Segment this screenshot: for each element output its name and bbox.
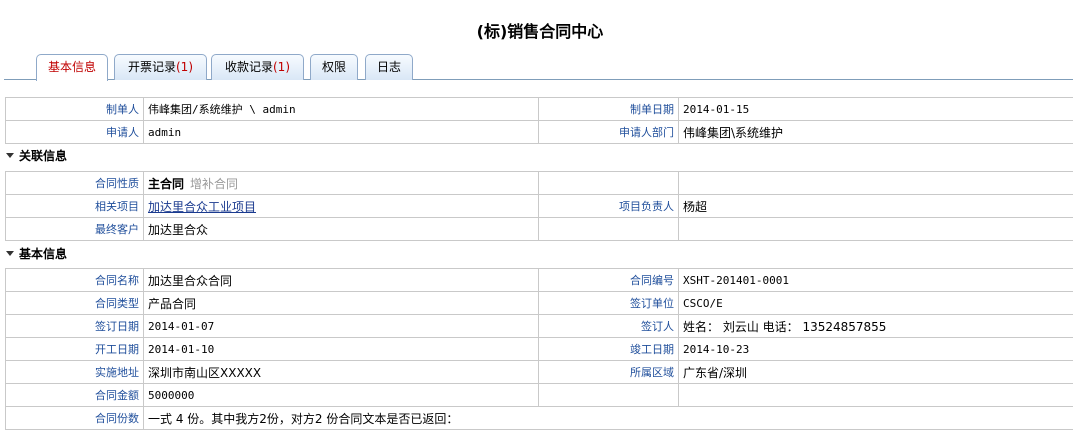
empty-cell <box>538 171 679 195</box>
tab-label: 权限 <box>321 60 346 74</box>
section-header-basic[interactable]: 基本信息 <box>6 245 67 262</box>
tab-label: 开票记录 <box>127 60 176 74</box>
tab-permissions[interactable]: 权限 <box>310 54 358 80</box>
tab-bar: 基本信息 开票记录(1) 收款记录(1) 权限 日志 <box>4 53 1073 81</box>
empty-cell <box>678 217 1073 241</box>
collapse-triangle-icon <box>6 251 14 256</box>
page-title: (标)销售合同中心 <box>476 22 604 41</box>
region-value: 广东省/深圳 <box>678 360 1073 384</box>
sign-date-value: 2014-01-07 <box>143 314 539 338</box>
applicant-dept-value: 伟峰集团\系统维护 <box>678 120 1073 144</box>
tab-label: 基本信息 <box>47 60 96 74</box>
empty-cell <box>678 383 1073 407</box>
field-label: 签订单位 <box>538 291 679 315</box>
field-label: 制单人 <box>5 97 144 121</box>
field-label: 签订日期 <box>5 314 144 338</box>
table-row: 开工日期 2014-01-10 竣工日期 2014-10-23 <box>5 337 1073 361</box>
sign-unit-value: CSCO/E <box>678 291 1073 315</box>
section-title: 关联信息 <box>19 149 68 163</box>
field-label: 合同名称 <box>5 268 144 292</box>
tab-payment-records[interactable]: 收款记录(1) <box>211 54 304 80</box>
project-owner-value: 杨超 <box>678 194 1073 218</box>
collapse-triangle-icon <box>6 153 14 158</box>
field-label: 开工日期 <box>5 337 144 361</box>
field-label: 合同份数 <box>5 406 144 430</box>
field-label: 最终客户 <box>5 217 144 241</box>
table-row: 申请人 admin 申请人部门 伟峰集团\系统维护 <box>5 120 1073 144</box>
header-info-table: 制单人 伟峰集团/系统维护 \ admin 制单日期 2014-01-15 申请… <box>5 97 1073 144</box>
applicant-value: admin <box>143 120 539 144</box>
table-row: 合同性质 主合同 增补合同 <box>5 171 1073 195</box>
contract-type-value: 产品合同 <box>143 291 539 315</box>
table-row: 相关项目 加达里合众工业项目 项目负责人 杨超 <box>5 194 1073 218</box>
maker-value: 伟峰集团/系统维护 \ admin <box>143 97 539 121</box>
empty-cell <box>678 171 1073 195</box>
tab-label: 日志 <box>376 60 401 74</box>
field-label: 申请人部门 <box>538 120 679 144</box>
tab-count: (1) <box>273 60 290 74</box>
make-date-value: 2014-01-15 <box>678 97 1073 121</box>
table-row: 签订日期 2014-01-07 签订人 姓名： 刘云山 电话： 13524857… <box>5 314 1073 338</box>
section-title: 基本信息 <box>19 247 68 261</box>
tab-basic-info[interactable]: 基本信息 <box>36 54 108 81</box>
tab-label: 收款记录 <box>224 60 273 74</box>
table-row: 最终客户 加达里合众 <box>5 217 1073 241</box>
amount-value: 5000000 <box>143 383 539 407</box>
end-date-value: 2014-10-23 <box>678 337 1073 361</box>
tab-count: (1) <box>176 60 193 74</box>
field-label: 实施地址 <box>5 360 144 384</box>
field-label: 相关项目 <box>5 194 144 218</box>
table-row: 合同名称 加达里合众合同 合同编号 XSHT-201401-0001 <box>5 268 1073 292</box>
table-row: 制单人 伟峰集团/系统维护 \ admin 制单日期 2014-01-15 <box>5 97 1073 121</box>
copies-value: 一式 4 份。其中我方2份，对方2 份合同文本是否已返回： <box>143 406 1073 430</box>
signer-value: 姓名： 刘云山 电话： 13524857855 <box>678 314 1073 338</box>
field-label: 竣工日期 <box>538 337 679 361</box>
field-label: 合同编号 <box>538 268 679 292</box>
field-label: 合同金额 <box>5 383 144 407</box>
start-date-value: 2014-01-10 <box>143 337 539 361</box>
address-value: 深圳市南山区XXXXX <box>143 360 539 384</box>
field-label: 签订人 <box>538 314 679 338</box>
field-label: 项目负责人 <box>538 194 679 218</box>
nature-supplement: 增补合同 <box>190 176 239 191</box>
field-label: 所属区域 <box>538 360 679 384</box>
table-row: 合同金额 5000000 <box>5 383 1073 407</box>
contract-code-value: XSHT-201401-0001 <box>678 268 1073 292</box>
customer-value: 加达里合众 <box>143 217 539 241</box>
empty-cell <box>538 217 679 241</box>
section-header-related[interactable]: 关联信息 <box>6 147 67 164</box>
table-row: 实施地址 深圳市南山区XXXXX 所属区域 广东省/深圳 <box>5 360 1073 384</box>
contract-nature-value: 主合同 增补合同 <box>143 171 539 195</box>
project-cell: 加达里合众工业项目 <box>143 194 539 218</box>
field-label: 申请人 <box>5 120 144 144</box>
basic-info-table: 合同名称 加达里合众合同 合同编号 XSHT-201401-0001 合同类型 … <box>5 268 1073 430</box>
tab-invoice-records[interactable]: 开票记录(1) <box>114 54 207 80</box>
field-label: 合同性质 <box>5 171 144 195</box>
related-info-table: 合同性质 主合同 增补合同 相关项目 加达里合众工业项目 项目负责人 杨超 最终客… <box>5 171 1073 241</box>
table-row: 合同份数 一式 4 份。其中我方2份，对方2 份合同文本是否已返回： <box>5 406 1073 430</box>
tab-log[interactable]: 日志 <box>365 54 413 80</box>
field-label: 合同类型 <box>5 291 144 315</box>
field-label: 制单日期 <box>538 97 679 121</box>
contract-name-value: 加达里合众合同 <box>143 268 539 292</box>
empty-cell <box>538 383 679 407</box>
table-row: 合同类型 产品合同 签订单位 CSCO/E <box>5 291 1073 315</box>
nature-main: 主合同 <box>148 176 185 191</box>
project-link[interactable]: 加达里合众工业项目 <box>148 200 256 214</box>
